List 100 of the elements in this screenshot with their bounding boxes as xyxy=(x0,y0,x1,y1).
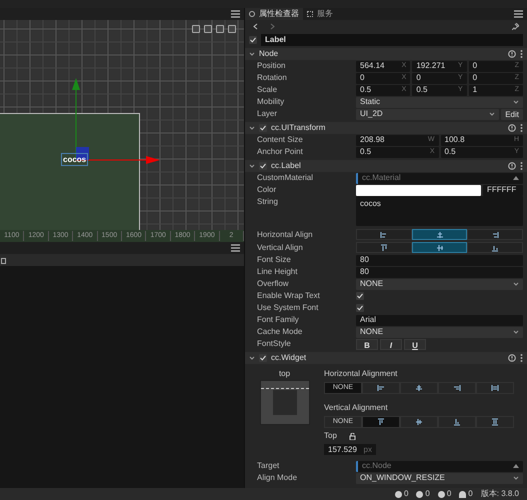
property-label: Vertical Align xyxy=(257,242,304,254)
panel-tab[interactable]: 服务 xyxy=(303,8,337,20)
help-icon[interactable] xyxy=(508,354,516,362)
chevron-down-icon[interactable] xyxy=(249,125,255,131)
status-count: 0 xyxy=(425,488,430,500)
text-field[interactable]: 80 xyxy=(356,266,523,278)
status-icon[interactable] xyxy=(394,490,402,498)
align-option[interactable] xyxy=(356,242,412,253)
property-label: Anchor Point xyxy=(257,146,304,158)
component-header[interactable]: cc.UITransform xyxy=(245,122,527,134)
chevron-down-icon[interactable] xyxy=(249,355,255,361)
chevron-down-icon[interactable] xyxy=(513,99,519,105)
dropdown[interactable]: NONE xyxy=(356,278,523,290)
more-icon[interactable] xyxy=(520,162,523,170)
alignment-icon xyxy=(436,244,444,252)
alignment-option[interactable] xyxy=(400,382,438,394)
chevron-down-icon[interactable] xyxy=(489,111,496,117)
asset-icon[interactable] xyxy=(513,463,519,469)
asset-field[interactable]: cc.Material xyxy=(356,172,523,184)
chevron-down-icon[interactable] xyxy=(513,281,519,287)
asset-field[interactable]: cc.Node xyxy=(356,460,523,472)
dropdown[interactable]: Static xyxy=(356,96,523,108)
asset-icon[interactable] xyxy=(513,175,519,181)
font-style-button[interactable]: B xyxy=(356,338,378,350)
alignment-icon xyxy=(491,244,500,252)
help-icon[interactable] xyxy=(508,50,516,58)
component-title: cc.Label xyxy=(271,160,302,172)
checkbox[interactable] xyxy=(356,292,364,300)
menu-icon[interactable] xyxy=(514,10,523,18)
alignment-icon xyxy=(380,230,388,238)
help-icon[interactable] xyxy=(508,124,516,132)
alignment-icon xyxy=(453,384,461,392)
font-style-button[interactable]: I xyxy=(380,338,402,350)
menu-icon[interactable] xyxy=(231,10,240,18)
alignment-icon xyxy=(415,418,423,426)
alignment-option[interactable] xyxy=(476,382,514,394)
property-label: CustomMaterial xyxy=(257,172,314,184)
dropdown[interactable]: ON_WINDOW_RESIZE xyxy=(356,472,523,484)
node-preview xyxy=(272,390,296,415)
chevron-down-icon[interactable] xyxy=(249,51,255,57)
chevron-down-icon[interactable] xyxy=(513,475,519,481)
property-label: Content Size xyxy=(257,134,304,146)
alignment-option[interactable] xyxy=(438,382,476,394)
font-style-button[interactable]: U xyxy=(404,338,426,350)
more-icon[interactable] xyxy=(520,124,523,132)
text-field[interactable]: Arial xyxy=(356,314,523,326)
checkbox[interactable] xyxy=(259,354,267,362)
property-label: Target xyxy=(257,460,280,472)
chevron-down-icon[interactable] xyxy=(513,329,519,335)
status-icon[interactable] xyxy=(438,490,445,498)
offset-field[interactable]: 157.529 px xyxy=(324,444,376,455)
text-area[interactable]: cocos xyxy=(356,196,523,226)
checkbox[interactable] xyxy=(249,36,257,44)
align-option[interactable] xyxy=(356,229,412,240)
property-label: Scale xyxy=(257,84,278,96)
node-name-field[interactable]: Label xyxy=(261,34,523,46)
panel-tab[interactable]: 属性检查器 xyxy=(245,8,303,20)
property-label: Font Family xyxy=(257,314,300,326)
property-label: Color xyxy=(257,184,278,196)
color-swatch[interactable] xyxy=(356,184,481,196)
node-label[interactable]: cocos xyxy=(61,153,88,166)
alignment-option[interactable] xyxy=(362,382,400,394)
dropdown[interactable]: UI_2D xyxy=(356,108,500,120)
dropdown[interactable]: NONE xyxy=(356,326,523,338)
clipboard-icon[interactable] xyxy=(1,256,6,264)
property-label: Horizontal Align xyxy=(257,228,314,240)
unit-label: px xyxy=(364,444,372,456)
align-option[interactable] xyxy=(412,242,468,253)
edit-button[interactable]: Edit xyxy=(501,108,523,120)
align-option[interactable] xyxy=(467,229,524,240)
bell-icon[interactable] xyxy=(459,490,466,498)
help-icon[interactable] xyxy=(508,162,516,170)
alignment-icon xyxy=(377,418,385,426)
pin-icon[interactable] xyxy=(512,23,519,30)
component-header[interactable]: cc.Widget xyxy=(245,352,527,364)
hex-field[interactable]: FFFFFF xyxy=(483,184,523,196)
checkbox[interactable] xyxy=(356,304,364,312)
property-label: Align Mode xyxy=(257,472,298,484)
chevron-down-icon[interactable] xyxy=(249,163,255,169)
property-label: Cache Mode xyxy=(257,326,304,338)
property-label: Font Size xyxy=(257,254,292,266)
status-icon[interactable] xyxy=(416,490,424,498)
component-title: cc.UITransform xyxy=(271,122,326,134)
align-option[interactable] xyxy=(412,229,468,240)
menu-icon[interactable] xyxy=(231,244,240,252)
text-field[interactable]: 80 xyxy=(356,254,523,266)
component-header[interactable]: cc.Label xyxy=(245,160,527,172)
alignment-option[interactable] xyxy=(362,416,400,428)
component-header[interactable]: Node xyxy=(245,48,527,60)
property-label: Line Height xyxy=(257,266,298,278)
alignment-option[interactable] xyxy=(476,416,514,428)
alignment-option[interactable] xyxy=(438,416,476,428)
lock-icon[interactable] xyxy=(348,432,356,440)
more-icon[interactable] xyxy=(520,50,523,58)
checkbox[interactable] xyxy=(259,162,267,170)
alignment-option[interactable] xyxy=(400,416,438,428)
property-label: Use System Font xyxy=(257,302,320,314)
checkbox[interactable] xyxy=(259,124,267,132)
more-icon[interactable] xyxy=(520,354,523,362)
alignment-icon xyxy=(436,230,444,238)
